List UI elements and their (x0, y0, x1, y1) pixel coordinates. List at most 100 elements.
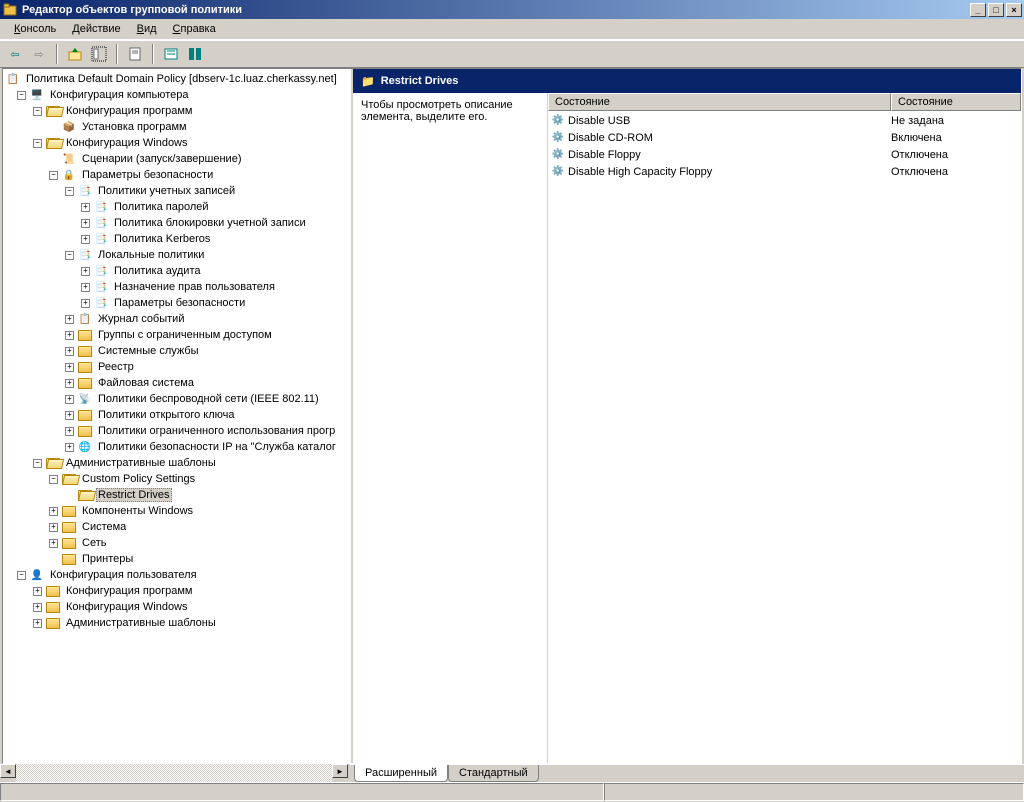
expander-icon[interactable]: + (81, 299, 90, 308)
tree-scripts[interactable]: 📜 Сценарии (запуск/завершение) (49, 151, 351, 167)
minimize-button[interactable]: _ (970, 3, 986, 17)
tree-software-restriction[interactable]: +Политики ограниченного использования пр… (65, 423, 351, 439)
folder-icon (77, 408, 93, 422)
filter-button[interactable] (160, 43, 182, 65)
tree-software-install[interactable]: 📦 Установка программ (61, 119, 351, 135)
scroll-right-icon[interactable]: ► (332, 764, 348, 778)
wireless-icon: 📡 (77, 392, 93, 406)
folder-open-icon (61, 472, 77, 486)
list-item[interactable]: ⚙️ Disable CD-ROM Включена (548, 129, 1021, 146)
expander-icon[interactable]: + (33, 619, 42, 628)
tree-network[interactable]: +Сеть (49, 535, 351, 551)
tree-scrollbar[interactable]: ◄ ► (0, 764, 350, 782)
expander-icon[interactable]: + (81, 267, 90, 276)
tree-filesystem[interactable]: +Файловая система (65, 375, 351, 391)
tree-event-log[interactable]: +📋Журнал событий (65, 311, 351, 327)
expander-icon[interactable]: − (65, 187, 74, 196)
expander-icon[interactable]: + (49, 523, 58, 532)
tree-wireless[interactable]: +📡Политики беспроводной сети (IEEE 802.1… (65, 391, 351, 407)
tree-local-policies[interactable]: − 📑 Локальные политики (65, 247, 351, 263)
list-item[interactable]: ⚙️ Disable High Capacity Floppy Отключен… (548, 163, 1021, 180)
expander-icon[interactable]: − (33, 459, 42, 468)
scroll-left-icon[interactable]: ◄ (0, 764, 16, 778)
show-button[interactable] (88, 43, 110, 65)
tree-audit-policy[interactable]: +📑Политика аудита (81, 263, 351, 279)
folder-icon (45, 584, 61, 598)
folder-icon (77, 424, 93, 438)
tree-security-options[interactable]: +📑Параметры безопасности (81, 295, 351, 311)
expander-icon[interactable]: + (49, 507, 58, 516)
expander-icon[interactable]: + (81, 283, 90, 292)
detail-header: 📁 Restrict Drives (353, 69, 1021, 93)
tree-pane[interactable]: 📋 Политика Default Domain Policy [dbserv… (3, 69, 353, 763)
tree-rights-assignment[interactable]: +📑Назначение прав пользователя (81, 279, 351, 295)
expander-icon[interactable]: + (65, 411, 74, 420)
expander-icon[interactable]: + (65, 363, 74, 372)
tree-restrict-drives[interactable]: Restrict Drives (77, 487, 351, 503)
expander-icon[interactable]: + (81, 235, 90, 244)
options-button[interactable] (184, 43, 206, 65)
expander-icon[interactable]: + (81, 203, 90, 212)
policy-icon: 📑 (77, 248, 93, 262)
back-button[interactable]: ⇦ (4, 43, 26, 65)
menu-console[interactable]: Консоль (6, 21, 64, 37)
detail-pane: 📁 Restrict Drives Чтобы просмотреть опис… (353, 69, 1021, 763)
tree-computer-config[interactable]: − 🖥️ Конфигурация компьютера (17, 87, 351, 103)
tree-windows-config[interactable]: − Конфигурация Windows (33, 135, 351, 151)
tree-restricted-groups[interactable]: +Группы с ограниченным доступом (65, 327, 351, 343)
expander-icon[interactable]: + (65, 315, 74, 324)
expander-icon[interactable]: − (33, 139, 42, 148)
expander-icon[interactable]: + (65, 443, 74, 452)
tree-system-services[interactable]: +Системные службы (65, 343, 351, 359)
maximize-button[interactable]: □ (988, 3, 1004, 17)
list-item[interactable]: ⚙️ Disable Floppy Отключена (548, 146, 1021, 163)
tree-custom-policy[interactable]: − Custom Policy Settings (49, 471, 351, 487)
expander-icon[interactable]: + (65, 427, 74, 436)
tab-standard[interactable]: Стандартный (448, 765, 539, 782)
tree-kerberos-policy[interactable]: +📑Политика Kerberos (81, 231, 351, 247)
tree-user-windows[interactable]: +Конфигурация Windows (33, 599, 351, 615)
expander-icon[interactable]: + (33, 587, 42, 596)
expander-icon[interactable]: + (65, 379, 74, 388)
expander-icon[interactable]: − (33, 107, 42, 116)
expander-icon[interactable]: + (65, 347, 74, 356)
expander-icon[interactable]: + (65, 395, 74, 404)
tree-user-config[interactable]: − 👤 Конфигурация пользователя (17, 567, 351, 583)
tree-printers[interactable]: Принтеры (49, 551, 351, 567)
tree-system[interactable]: +Система (49, 519, 351, 535)
tree-public-key[interactable]: +Политики открытого ключа (65, 407, 351, 423)
forward-button[interactable]: ⇨ (28, 43, 50, 65)
package-icon: 📦 (61, 120, 77, 134)
menu-view[interactable]: Вид (129, 21, 165, 37)
column-state2[interactable]: Состояние (891, 93, 1021, 111)
tree-registry[interactable]: +Реестр (65, 359, 351, 375)
expander-icon[interactable]: + (81, 219, 90, 228)
expander-icon[interactable]: + (49, 539, 58, 548)
tree-windows-components[interactable]: +Компоненты Windows (49, 503, 351, 519)
expander-icon[interactable]: − (17, 571, 26, 580)
tree-password-policy[interactable]: +📑Политика паролей (81, 199, 351, 215)
close-button[interactable]: × (1006, 3, 1022, 17)
tree-lockout-policy[interactable]: +📑Политика блокировки учетной записи (81, 215, 351, 231)
expander-icon[interactable]: − (65, 251, 74, 260)
tree-security-params[interactable]: − 🔒 Параметры безопасности (49, 167, 351, 183)
tree-user-admin-templates[interactable]: +Административные шаблоны (33, 615, 351, 631)
tree-root[interactable]: 📋 Политика Default Domain Policy [dbserv… (5, 71, 351, 87)
refresh-button[interactable] (124, 43, 146, 65)
expander-icon[interactable]: − (49, 475, 58, 484)
up-button[interactable] (64, 43, 86, 65)
list-item[interactable]: ⚙️ Disable USB Не задана (548, 112, 1021, 129)
menu-action[interactable]: Действие (64, 21, 128, 37)
menu-help[interactable]: Справка (165, 21, 224, 37)
tree-admin-templates[interactable]: − Административные шаблоны (33, 455, 351, 471)
tree-account-policies[interactable]: − 📑 Политики учетных записей (65, 183, 351, 199)
tree-ipsec[interactable]: +🌐Политики безопасности IP на "Служба ка… (65, 439, 351, 455)
expander-icon[interactable]: + (33, 603, 42, 612)
expander-icon[interactable]: + (65, 331, 74, 340)
column-state[interactable]: Состояние (548, 93, 891, 111)
tree-software-config[interactable]: − Конфигурация программ (33, 103, 351, 119)
tab-extended[interactable]: Расширенный (354, 765, 448, 782)
expander-icon[interactable]: − (49, 171, 58, 180)
tree-user-software[interactable]: +Конфигурация программ (33, 583, 351, 599)
expander-icon[interactable]: − (17, 91, 26, 100)
